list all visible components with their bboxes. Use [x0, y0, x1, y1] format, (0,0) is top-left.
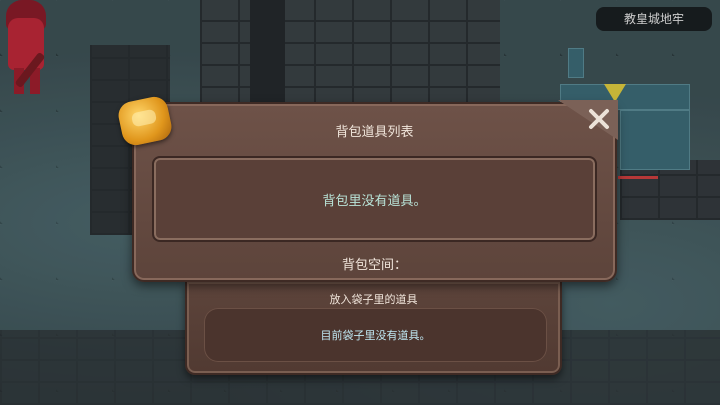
close-button[interactable] [584, 104, 614, 134]
close-icon [589, 109, 609, 129]
inventory-empty-message: 背包里没有道具。 [322, 193, 427, 209]
bag-section: 放入袋子里的道具 目前袋子里没有道具。 [185, 282, 562, 375]
inventory-dialog: 背包道具列表 背包里没有道具。 背包空间： [132, 102, 617, 282]
bag-empty-message: 目前袋子里没有道具。 [320, 329, 431, 342]
gem-icon [115, 93, 176, 149]
bag-item-list[interactable]: 目前袋子里没有道具。 [204, 308, 547, 362]
dialog-title: 背包道具列表 [335, 125, 414, 140]
bag-space-label: 背包空间： [341, 258, 407, 273]
bag-section-label: 放入袋子里的道具 [329, 293, 418, 306]
inventory-item-list[interactable]: 背包里没有道具。 [152, 156, 597, 242]
